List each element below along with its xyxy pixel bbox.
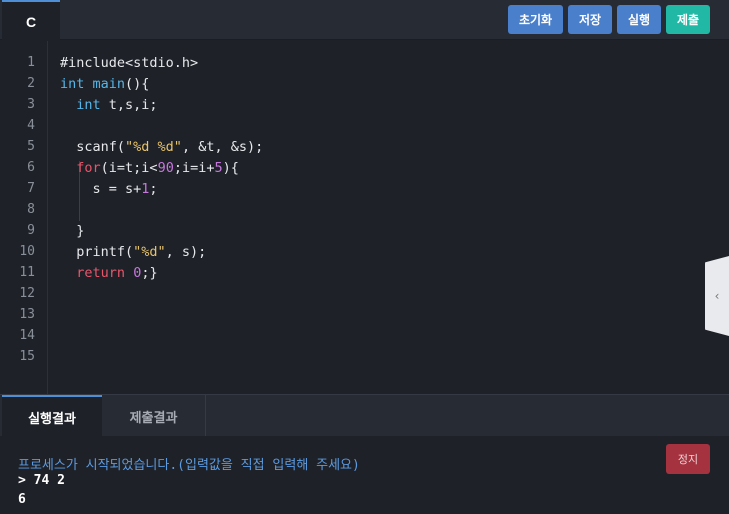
language-tab-c[interactable]: C [2, 0, 60, 41]
line-number: 9 [27, 223, 35, 238]
console-input-echo: > 74 2 [18, 473, 65, 488]
line-number: 10 [19, 244, 35, 259]
line-number: 13 [19, 307, 35, 322]
line-number: 3 [27, 97, 35, 112]
console-output-line: 6 [18, 492, 26, 507]
code-line[interactable]: int t,s,i; [60, 97, 157, 113]
line-number: 7 [27, 181, 35, 196]
line-number: 15 [19, 349, 35, 364]
code-line[interactable]: } [60, 223, 84, 239]
code-line[interactable]: #include<stdio.h> [60, 55, 198, 71]
line-number: 11 [19, 265, 35, 280]
code-line[interactable]: printf("%d", s); [60, 244, 206, 260]
code-line[interactable]: scanf("%d %d", &t, &s); [60, 139, 263, 155]
line-number: 2 [27, 76, 35, 91]
editor-toolbar: C 초기화 저장 실행 제출 [0, 0, 729, 41]
tab-submit-result[interactable]: 제출결과 [102, 395, 206, 437]
result-tab-bar: 실행결과 제출결과 [0, 394, 729, 437]
reset-button[interactable]: 초기화 [508, 5, 563, 34]
line-number: 12 [19, 286, 35, 301]
collapse-panel-handle[interactable]: ‹ [705, 256, 729, 336]
save-button[interactable]: 저장 [568, 5, 612, 34]
line-number: 4 [27, 118, 35, 133]
code-line[interactable]: s = s+1; [60, 181, 158, 197]
line-number: 5 [27, 139, 35, 154]
code-line[interactable]: return 0;} [60, 265, 157, 281]
console-status-line: 프로세스가 시작되었습니다.(입력값을 직접 입력해 주세요) [18, 458, 360, 473]
submit-button[interactable]: 제출 [666, 5, 710, 34]
code-line[interactable]: int main(){ [60, 76, 149, 92]
chevron-left-icon: ‹ [714, 289, 720, 303]
code-line[interactable]: for(i=t;i<90;i=i+5){ [60, 160, 239, 176]
line-number: 1 [27, 55, 35, 70]
code-editor[interactable]: 1 2 3 4 5 6 7 8 9 10 11 12 13 14 15 #inc… [2, 41, 729, 394]
run-button[interactable]: 실행 [617, 5, 661, 34]
output-console[interactable]: 프로세스가 시작되었습니다.(입력값을 직접 입력해 주세요) > 74 2 6… [0, 436, 729, 514]
stop-button[interactable]: 정지 [666, 444, 710, 474]
tab-run-result[interactable]: 실행결과 [2, 395, 102, 437]
line-number-gutter: 1 2 3 4 5 6 7 8 9 10 11 12 13 14 15 [2, 41, 48, 394]
line-number: 6 [27, 160, 35, 175]
line-number: 8 [27, 202, 35, 217]
line-number: 14 [19, 328, 35, 343]
